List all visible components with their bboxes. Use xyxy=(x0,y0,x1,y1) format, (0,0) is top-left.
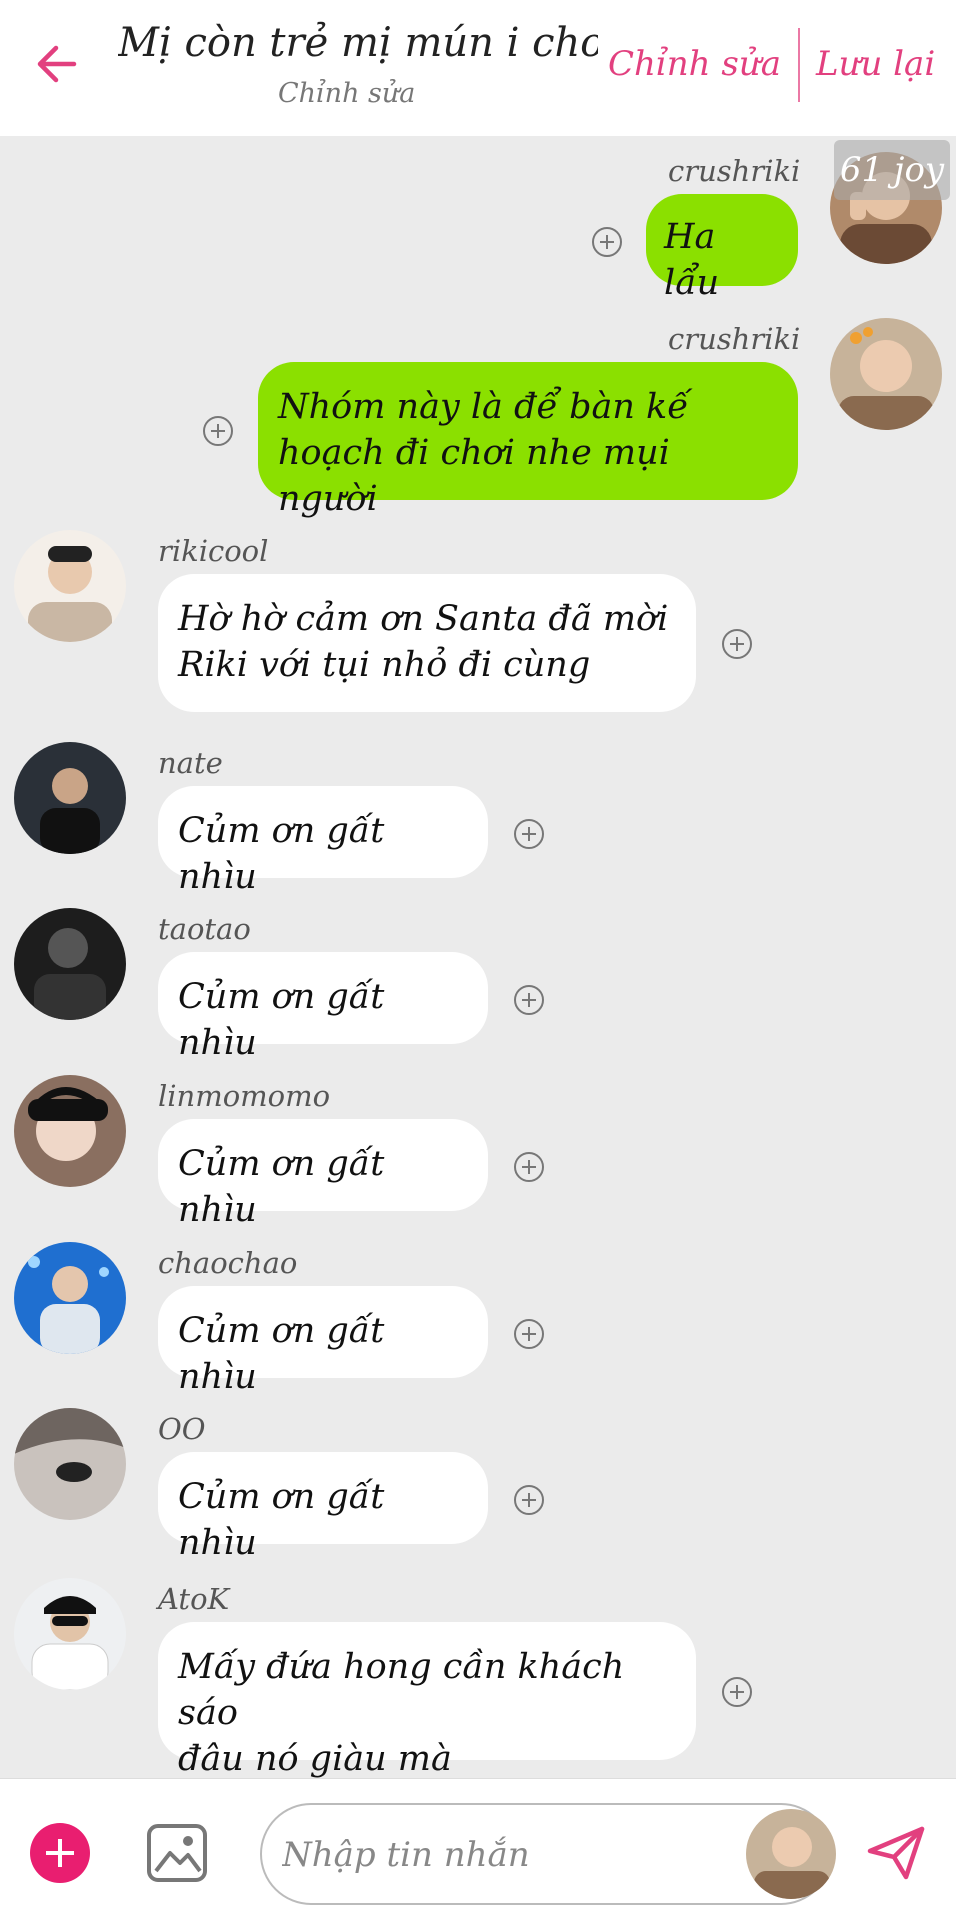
message-bubble[interactable]: Củm ơn gất nhìu xyxy=(158,952,488,1063)
message-text: Củm ơn gất nhìu xyxy=(178,811,385,897)
message-bubble[interactable]: Củm ơn gất nhìu xyxy=(158,1452,488,1563)
react-plus-icon[interactable] xyxy=(514,819,544,849)
avatar[interactable] xyxy=(14,1242,126,1354)
sender-name: chaochao xyxy=(158,1246,298,1280)
avatar[interactable] xyxy=(14,742,126,854)
send-icon xyxy=(867,1826,925,1880)
message-input-box[interactable] xyxy=(260,1803,836,1905)
message-text: Củm ơn gất nhìu xyxy=(178,1477,385,1563)
avatar[interactable] xyxy=(14,1578,126,1690)
avatar[interactable] xyxy=(830,318,942,430)
message-bubble[interactable]: Ha lẩu xyxy=(646,194,798,303)
message-text: Củm ơn gất nhìu xyxy=(178,1311,385,1397)
react-plus-icon[interactable] xyxy=(722,1677,752,1707)
save-button[interactable]: Lưu lại xyxy=(816,44,935,84)
message-input[interactable] xyxy=(282,1827,742,1883)
avatar[interactable] xyxy=(14,530,126,642)
message-bubble[interactable]: Hờ hờ cảm ơn Santa đã mời Riki với tụi n… xyxy=(158,574,696,712)
react-plus-icon[interactable] xyxy=(722,629,752,659)
message-text: đâu nó giàu mà xyxy=(178,1739,452,1779)
add-button[interactable] xyxy=(30,1823,90,1883)
sender-name: taotao xyxy=(158,912,251,946)
message-bubble[interactable]: Củm ơn gất nhìu xyxy=(158,786,488,897)
message-text: hoạch đi chơi nhe mụi người xyxy=(278,433,670,519)
header-divider xyxy=(798,28,800,102)
sender-name: rikicool xyxy=(158,534,269,568)
message-bubble[interactable]: Củm ơn gất nhìu xyxy=(158,1119,488,1230)
message-text: Hờ hờ cảm ơn Santa đã mời xyxy=(178,599,669,639)
react-plus-icon[interactable] xyxy=(514,1485,544,1515)
sender-name: nate xyxy=(158,746,223,780)
sender-name: crushriki xyxy=(668,322,801,356)
message-text: Mấy đứa hong cần khách sáo xyxy=(178,1647,625,1733)
message-text: Ha lẩu xyxy=(664,217,720,303)
edit-button[interactable]: Chỉnh sửa xyxy=(608,44,781,84)
avatar[interactable] xyxy=(14,1408,126,1520)
message-text: Riki với tụi nhỏ đi cùng xyxy=(178,645,591,685)
sender-name: OO xyxy=(158,1412,206,1446)
message-bubble[interactable]: Củm ơn gất nhìu xyxy=(158,1286,488,1397)
back-button[interactable] xyxy=(28,36,84,92)
arrow-left-icon xyxy=(37,45,77,83)
react-plus-icon[interactable] xyxy=(203,416,233,446)
message-bubble[interactable]: Nhóm này là để bàn kế hoạch đi chơi nhe … xyxy=(258,362,798,519)
avatar[interactable] xyxy=(14,1075,126,1187)
sender-name: linmomomo xyxy=(158,1079,331,1113)
react-plus-icon[interactable] xyxy=(514,985,544,1015)
send-button[interactable] xyxy=(864,1821,928,1885)
avatar[interactable] xyxy=(746,1809,836,1899)
message-composer xyxy=(0,1778,956,1920)
sender-name: crushriki xyxy=(668,154,801,188)
chat-subtitle: Chỉnh sửa xyxy=(278,78,416,109)
sender-name: AtoK xyxy=(158,1582,230,1616)
joy-tag: 61 joy xyxy=(834,140,950,200)
chat-header: Mị còn trẻ mị mún i chơi Chỉnh sửa Chỉnh… xyxy=(0,0,956,136)
image-button[interactable] xyxy=(146,1823,208,1883)
message-text: Củm ơn gất nhìu xyxy=(178,977,385,1063)
message-bubble[interactable]: Mấy đứa hong cần khách sáo đâu nó giàu m… xyxy=(158,1622,696,1779)
image-icon xyxy=(147,1824,207,1882)
chat-title: Mị còn trẻ mị mún i chơi xyxy=(118,20,598,66)
react-plus-icon[interactable] xyxy=(514,1319,544,1349)
react-plus-icon[interactable] xyxy=(514,1152,544,1182)
avatar[interactable] xyxy=(14,908,126,1020)
message-text: Củm ơn gất nhìu xyxy=(178,1144,385,1230)
react-plus-icon[interactable] xyxy=(592,227,622,257)
message-text: Nhóm này là để bàn kế xyxy=(278,387,689,427)
